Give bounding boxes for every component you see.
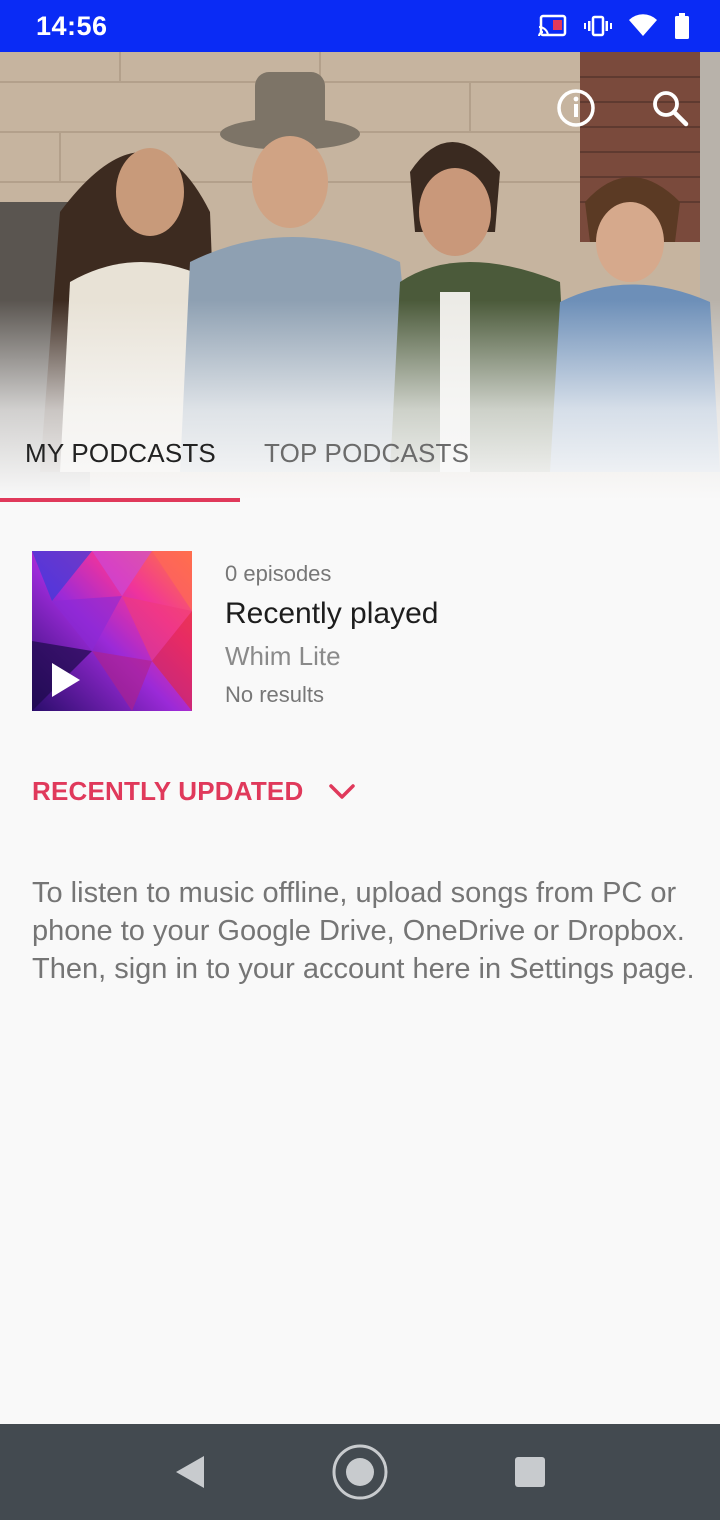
tab-my-podcasts[interactable]: MY PODCASTS [25,438,216,469]
chevron-down-icon [329,783,356,799]
sort-label: RECENTLY UPDATED [32,776,304,806]
navigation-bar [0,1424,720,1520]
recents-icon [515,1457,545,1487]
podcast-list-item[interactable]: 0 episodes Recently played Whim Lite No … [32,551,692,711]
podcast-artwork [32,551,192,711]
wifi-icon [628,14,658,38]
podcast-title: Recently played [225,597,439,630]
recents-button[interactable] [500,1424,560,1520]
back-icon [176,1456,204,1488]
podcast-meta: 0 episodes Recently played Whim Lite No … [225,561,438,708]
back-button[interactable] [160,1424,220,1520]
play-icon [52,663,80,697]
status-icons [538,13,690,39]
tab-top-podcasts[interactable]: TOP PODCASTS [264,438,469,469]
search-icon [653,91,689,127]
podcast-status: No results [225,682,325,707]
offline-help-text: To listen to music offline, upload songs… [32,877,695,985]
status-bar: 14:56 [0,0,720,52]
cast-icon [538,14,568,38]
info-icon [557,89,595,127]
home-button[interactable] [330,1424,390,1520]
status-time: 14:56 [36,10,108,41]
tab-indicator [0,498,240,502]
podcast-source: Whim Lite [225,641,341,671]
home-icon [332,1444,388,1500]
sort-dropdown[interactable]: RECENTLY UPDATED [32,776,356,807]
battery-icon [674,13,690,39]
tab-bar: MY PODCASTS TOP PODCASTS [0,420,720,502]
info-button[interactable] [554,86,598,130]
episode-count: 0 episodes [225,561,332,586]
search-button[interactable] [648,86,692,130]
vibrate-icon [584,14,612,38]
